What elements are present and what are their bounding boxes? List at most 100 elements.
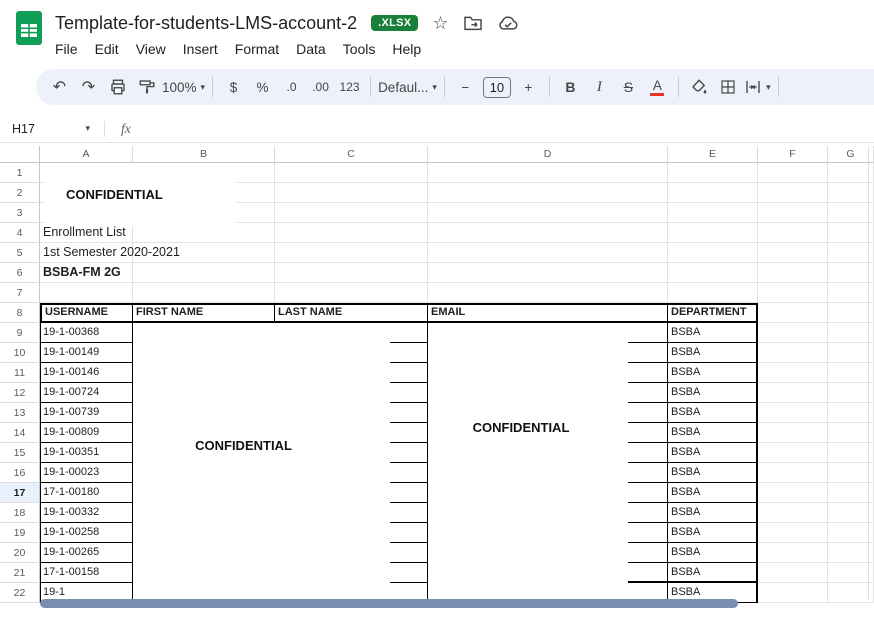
menu-view[interactable]: View [136, 41, 166, 57]
more-formats-button[interactable]: 123 [336, 74, 363, 100]
row-header-3[interactable]: 3 [0, 203, 40, 223]
cell-A18[interactable]: 19-1-00332 [40, 503, 133, 523]
cell-F15[interactable] [758, 443, 828, 463]
cell-B4[interactable] [133, 223, 275, 243]
menu-help[interactable]: Help [392, 41, 421, 57]
row-header-14[interactable]: 14 [0, 423, 40, 443]
cell-E18[interactable]: BSBA [668, 503, 758, 523]
cell-F17[interactable] [758, 483, 828, 503]
cell-D1[interactable] [428, 163, 668, 183]
cell-F14[interactable] [758, 423, 828, 443]
menu-data[interactable]: Data [296, 41, 326, 57]
row-header-12[interactable]: 12 [0, 383, 40, 403]
decrease-decimal-button[interactable]: .0 [278, 74, 305, 100]
row-header-2[interactable]: 2 [0, 183, 40, 203]
row-header-8[interactable]: 8 [0, 303, 40, 323]
column-header-B[interactable]: B [133, 146, 275, 163]
cell-A14[interactable]: 19-1-00809 [40, 423, 133, 443]
cell-A20[interactable]: 19-1-00265 [40, 543, 133, 563]
cell-D7[interactable] [428, 283, 668, 303]
cell-A12[interactable]: 19-1-00724 [40, 383, 133, 403]
confidential-overlay-names[interactable]: CONFIDENTIAL [133, 323, 390, 603]
cell-E14[interactable]: BSBA [668, 423, 758, 443]
cell-E21[interactable]: BSBA [668, 563, 758, 583]
cell-F18[interactable] [758, 503, 828, 523]
print-button[interactable] [104, 74, 131, 100]
row-header-16[interactable]: 16 [0, 463, 40, 483]
menu-file[interactable]: File [55, 41, 78, 57]
cell-E7[interactable] [668, 283, 758, 303]
cell-F12[interactable] [758, 383, 828, 403]
cell-F9[interactable] [758, 323, 828, 343]
paint-format-button[interactable] [133, 74, 160, 100]
cell-C6[interactable] [275, 263, 428, 283]
strikethrough-button[interactable]: S [615, 74, 642, 100]
cell-F2[interactable] [758, 183, 828, 203]
confidential-overlay-email[interactable]: CONFIDENTIAL [428, 323, 628, 603]
cell-B8[interactable]: FIRST NAME [133, 303, 275, 323]
decrease-font-size-button[interactable]: − [452, 74, 479, 100]
cell-A11[interactable]: 19-1-00146 [40, 363, 133, 383]
cell-F10[interactable] [758, 343, 828, 363]
currency-format-button[interactable]: $ [220, 74, 247, 100]
cell-A13[interactable]: 19-1-00739 [40, 403, 133, 423]
cell-F1[interactable] [758, 163, 828, 183]
redo-button[interactable]: ↷ [75, 74, 102, 100]
cell-D2[interactable] [428, 183, 668, 203]
cell-E20[interactable]: BSBA [668, 543, 758, 563]
cell-A4[interactable]: Enrollment List [40, 223, 133, 243]
menu-format[interactable]: Format [235, 41, 279, 57]
zoom-select[interactable]: 100% ▾ [162, 74, 205, 100]
cell-F21[interactable] [758, 563, 828, 583]
row-header-9[interactable]: 9 [0, 323, 40, 343]
percent-format-button[interactable]: % [249, 74, 276, 100]
cell-A9[interactable]: 19-1-00368 [40, 323, 133, 343]
cell-E4[interactable] [668, 223, 758, 243]
cell-E13[interactable]: BSBA [668, 403, 758, 423]
cloud-saved-icon[interactable] [497, 15, 519, 31]
row-header-11[interactable]: 11 [0, 363, 40, 383]
cell-D8[interactable]: EMAIL [428, 303, 668, 323]
cell-A7[interactable] [40, 283, 133, 303]
menu-insert[interactable]: Insert [183, 41, 218, 57]
row-header-7[interactable]: 7 [0, 283, 40, 303]
increase-decimal-button[interactable]: .00 [307, 74, 334, 100]
cell-A8[interactable]: USERNAME [40, 303, 133, 323]
menu-edit[interactable]: Edit [95, 41, 119, 57]
cell-F6[interactable] [758, 263, 828, 283]
row-header-17[interactable]: 17 [0, 483, 40, 503]
cell-D6[interactable] [428, 263, 668, 283]
undo-button[interactable]: ↶ [46, 74, 73, 100]
cell-D3[interactable] [428, 203, 668, 223]
cell-F22[interactable] [758, 583, 828, 603]
row-header-5[interactable]: 5 [0, 243, 40, 263]
cell-F16[interactable] [758, 463, 828, 483]
cell-E2[interactable] [668, 183, 758, 203]
merge-cells-button[interactable]: ▾ [744, 74, 771, 100]
cell-E19[interactable]: BSBA [668, 523, 758, 543]
cell-B7[interactable] [133, 283, 275, 303]
row-header-1[interactable]: 1 [0, 163, 40, 183]
horizontal-scrollbar[interactable] [40, 599, 738, 608]
cell-A16[interactable]: 19-1-00023 [40, 463, 133, 483]
column-header-F[interactable]: F [758, 146, 828, 163]
cell-A5[interactable]: 1st Semester 2020-2021 [40, 243, 180, 263]
sheets-logo-icon[interactable] [16, 9, 42, 61]
cell-F19[interactable] [758, 523, 828, 543]
font-select[interactable]: Defaul... ▾ [378, 74, 437, 100]
cell-E9[interactable]: BSBA [668, 323, 758, 343]
bold-button[interactable]: B [557, 74, 584, 100]
cell-F4[interactable] [758, 223, 828, 243]
row-header-21[interactable]: 21 [0, 563, 40, 583]
cell-E15[interactable]: BSBA [668, 443, 758, 463]
cell-F7[interactable] [758, 283, 828, 303]
italic-button[interactable]: I [586, 74, 613, 100]
menu-tools[interactable]: Tools [343, 41, 376, 57]
cell-C3[interactable] [275, 203, 428, 223]
cell-F11[interactable] [758, 363, 828, 383]
cell-E1[interactable] [668, 163, 758, 183]
row-header-15[interactable]: 15 [0, 443, 40, 463]
row-header-13[interactable]: 13 [0, 403, 40, 423]
star-icon[interactable]: ☆ [432, 14, 448, 32]
cell-A17[interactable]: 17-1-00180 [40, 483, 133, 503]
